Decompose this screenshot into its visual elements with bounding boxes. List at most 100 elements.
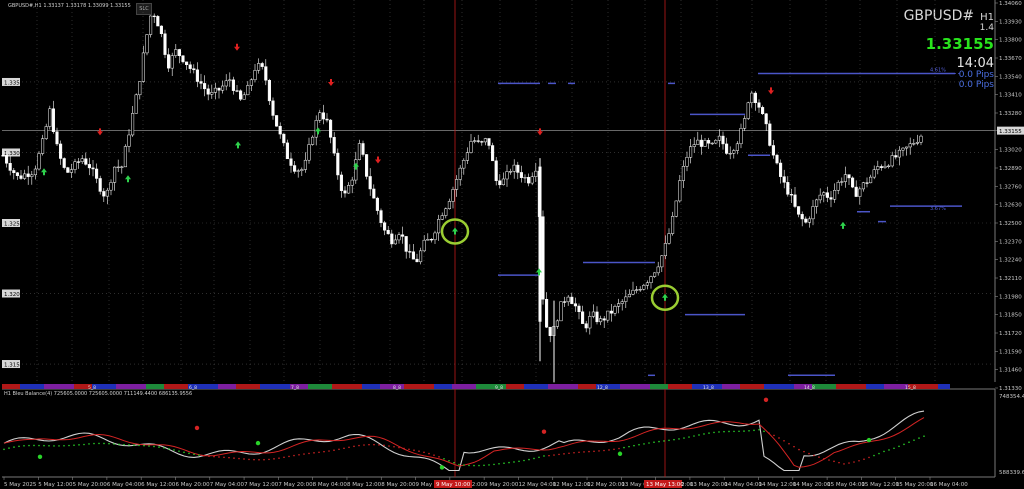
candle-body bbox=[843, 174, 847, 182]
oscillator-dot bbox=[203, 454, 205, 457]
oscillator-dot bbox=[263, 458, 265, 461]
time-label: 14 May 12:00 bbox=[759, 482, 797, 488]
oscillator-dot bbox=[238, 457, 240, 460]
oscillator-dot bbox=[838, 461, 840, 464]
oscillator-dot bbox=[133, 444, 135, 446]
oscillator-dot bbox=[858, 459, 860, 462]
oscillator-dot bbox=[3, 448, 5, 451]
oscillator-dot bbox=[333, 449, 335, 451]
price-label: 1.31980 bbox=[999, 294, 1022, 300]
candle-body bbox=[674, 200, 678, 217]
candle-body bbox=[595, 311, 599, 323]
oscillator-dot bbox=[418, 450, 420, 452]
oscillator-dot bbox=[298, 453, 300, 456]
candle-body bbox=[37, 153, 41, 170]
candle-body bbox=[343, 190, 347, 194]
oscillator-dot bbox=[413, 449, 415, 451]
candle-body bbox=[19, 175, 23, 179]
oscillator-dot bbox=[708, 432, 710, 434]
candle-body bbox=[347, 185, 351, 194]
candle-body bbox=[901, 147, 905, 151]
candle-body bbox=[375, 197, 379, 211]
oscillator-dot bbox=[283, 456, 285, 459]
candle-body bbox=[408, 251, 412, 253]
candle-body bbox=[433, 232, 437, 241]
candle-body bbox=[210, 92, 214, 95]
price-label: 1.32500 bbox=[999, 221, 1022, 227]
candle-body bbox=[332, 137, 336, 154]
candle-body bbox=[638, 289, 642, 291]
candle-body bbox=[789, 194, 793, 196]
oscillator-dot bbox=[313, 452, 315, 454]
oscillator-dot bbox=[773, 434, 775, 437]
session-segment bbox=[308, 384, 332, 389]
oscillator-dot bbox=[258, 458, 260, 461]
session-segment bbox=[548, 384, 578, 389]
oscillator-dot bbox=[668, 439, 670, 442]
candle-body bbox=[91, 167, 95, 170]
oscillator-dot bbox=[633, 444, 635, 447]
candle-body bbox=[393, 239, 397, 245]
buy-arrow-icon bbox=[235, 141, 241, 149]
oscillator-dot bbox=[348, 446, 350, 449]
candle-body bbox=[1, 155, 5, 157]
candle-body bbox=[721, 135, 725, 145]
oscillator-dot bbox=[293, 454, 295, 457]
oscillator-marker bbox=[439, 465, 445, 470]
oscillator-dot bbox=[433, 454, 435, 456]
candle-body bbox=[624, 296, 628, 302]
chart-canvas[interactable]: 1.3351.3301.3251.3201.315 4.61%3.67% 5_8… bbox=[0, 0, 1024, 489]
candle-body bbox=[548, 326, 552, 336]
candle-body bbox=[73, 161, 77, 170]
oscillator-dot bbox=[588, 450, 590, 453]
candle-body bbox=[897, 149, 901, 158]
candle-body bbox=[538, 166, 542, 322]
candle-body bbox=[213, 87, 217, 93]
oscillator-dot bbox=[783, 439, 785, 442]
candle-body bbox=[818, 194, 822, 201]
candle-body bbox=[383, 222, 387, 231]
candle-body bbox=[253, 70, 257, 81]
oscillator-dot bbox=[443, 457, 445, 460]
price-label: 1.31590 bbox=[999, 349, 1022, 355]
oscillator-dot bbox=[753, 429, 755, 432]
candle-body bbox=[293, 165, 297, 172]
oscillator-dot bbox=[913, 439, 915, 441]
candle-body bbox=[746, 102, 750, 119]
candle-body bbox=[584, 323, 588, 329]
oscillator-dot bbox=[108, 442, 110, 445]
candle-body bbox=[620, 301, 624, 304]
candle-body bbox=[5, 155, 9, 164]
sell-arrow-icon bbox=[328, 78, 334, 86]
candle-body bbox=[134, 94, 138, 114]
oscillator-dot bbox=[28, 444, 30, 447]
oscillator-dot bbox=[398, 446, 400, 449]
oscillator-marker bbox=[866, 437, 872, 443]
candle-body bbox=[833, 190, 837, 200]
candle-body bbox=[116, 166, 120, 169]
oscillator-dot bbox=[428, 452, 430, 455]
candle-body bbox=[249, 79, 253, 86]
candle-body bbox=[775, 154, 779, 164]
oscillator-dot bbox=[628, 445, 630, 448]
oscillator-dot bbox=[123, 443, 125, 446]
signal-vertical-lines bbox=[454, 0, 666, 477]
oscillator-dot bbox=[453, 461, 455, 464]
session-segment bbox=[866, 384, 884, 389]
candle-body bbox=[858, 188, 862, 197]
candle-body bbox=[231, 79, 235, 91]
candle-body bbox=[793, 194, 797, 207]
signal-circles bbox=[440, 218, 680, 311]
candle-body bbox=[30, 174, 34, 177]
candle-body bbox=[33, 168, 37, 176]
candle-body bbox=[667, 233, 671, 244]
candle-body bbox=[912, 143, 916, 145]
candle-body bbox=[455, 179, 459, 190]
oscillator-dot bbox=[478, 464, 480, 467]
level-tag-label: 1.325 bbox=[4, 222, 20, 228]
candle-body bbox=[591, 311, 595, 317]
sell-arrow-icon bbox=[234, 43, 240, 51]
session-bar: 5_8 6_8 7_8 8_8 9_8 12_8 13_8 14_8 15_8 bbox=[2, 384, 950, 391]
candle-body bbox=[678, 180, 682, 202]
oscillator-dot bbox=[618, 447, 620, 450]
